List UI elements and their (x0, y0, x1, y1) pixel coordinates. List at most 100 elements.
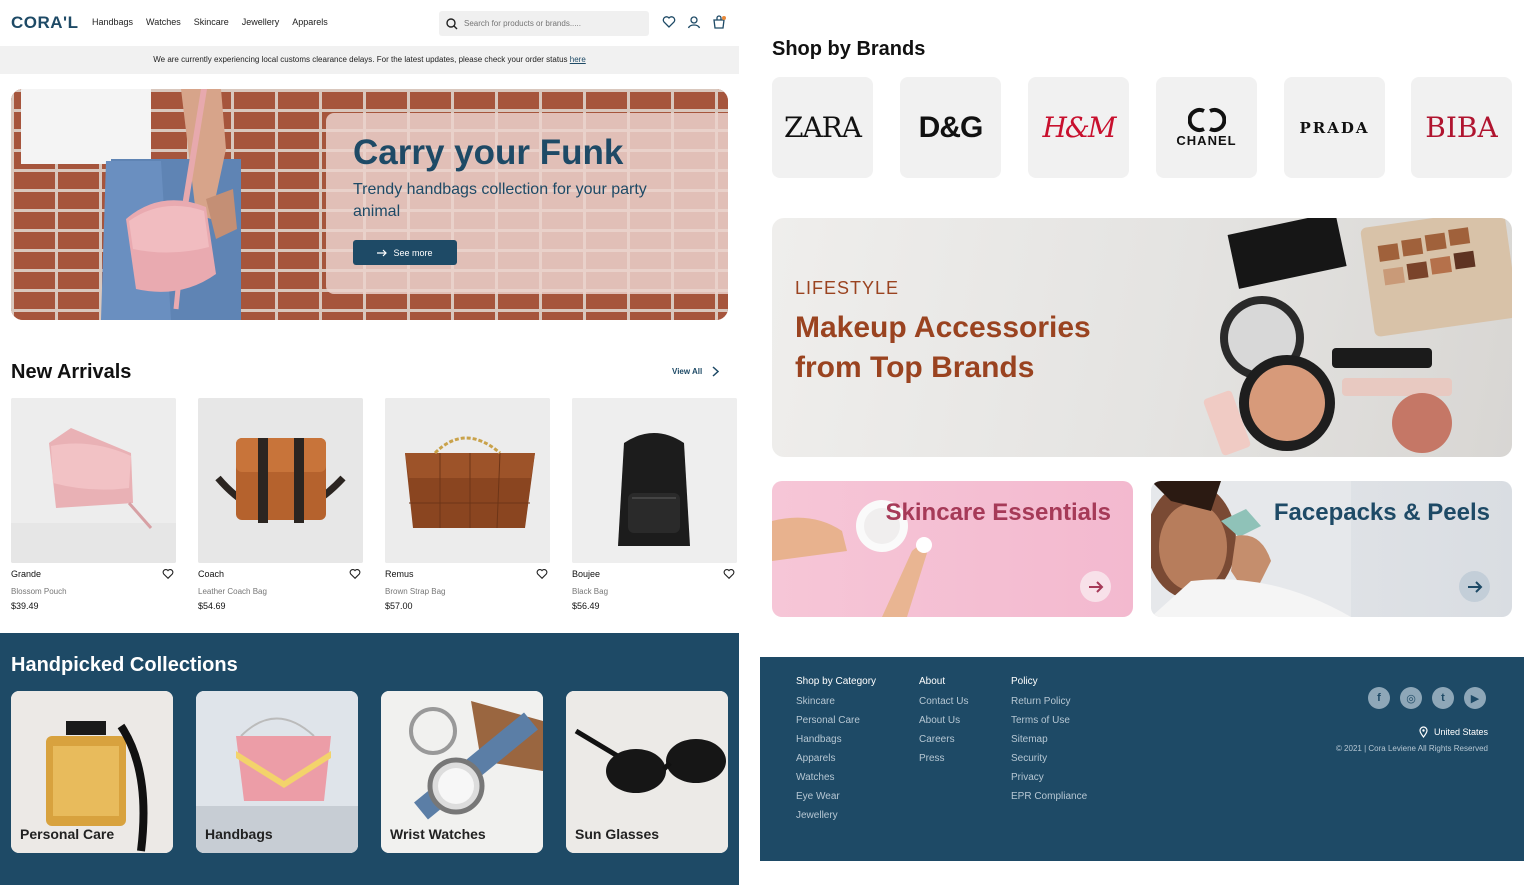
footer-link[interactable]: Handbags (796, 734, 876, 745)
heart-icon[interactable] (162, 568, 174, 580)
see-more-button[interactable]: See more (353, 240, 457, 265)
product-price: $54.69 (198, 601, 226, 611)
footer-link[interactable]: EPR Compliance (1011, 791, 1087, 802)
site-footer: Shop by Category Skincare Personal Care … (760, 657, 1524, 861)
promo-skincare-title: Skincare Essentials (885, 499, 1111, 526)
collection-label: Sun Glasses (575, 826, 660, 842)
product-price: $56.49 (572, 601, 600, 611)
collections-title: Handpicked Collections (11, 654, 238, 676)
instagram-icon[interactable]: ◎ (1400, 687, 1422, 709)
footer-link[interactable]: Watches (796, 772, 876, 783)
heart-icon[interactable] (536, 568, 548, 580)
footer-link[interactable]: Press (919, 753, 968, 764)
notice-bar: We are currently experiencing local cust… (0, 46, 739, 74)
footer-link[interactable]: About Us (919, 715, 968, 726)
view-all-label: View All (672, 367, 703, 376)
heart-icon[interactable] (349, 568, 361, 580)
product-card[interactable]: Coach Leather Coach Bag $54.69 (198, 398, 363, 611)
footer-link[interactable]: Return Policy (1011, 696, 1087, 707)
product-card[interactable]: Remus Brown Strap Bag $57.00 (385, 398, 550, 611)
footer-link[interactable]: Privacy (1011, 772, 1087, 783)
footer-link[interactable]: Personal Care (796, 715, 876, 726)
product-card[interactable]: Grande Blossom Pouch $39.49 (11, 398, 176, 611)
collection-card-handbags[interactable]: Handbags (196, 691, 358, 853)
chevron-right-icon (712, 366, 720, 377)
youtube-icon[interactable]: ▶ (1464, 687, 1486, 709)
footer-about-column: About Contact Us About Us Careers Press (919, 676, 968, 772)
brand-prada[interactable]: PRADA (1284, 77, 1385, 178)
footer-link[interactable]: Jewellery (796, 810, 876, 821)
nav-jewellery[interactable]: Jewellery (242, 17, 280, 27)
brand-chanel[interactable]: CHANEL (1156, 77, 1257, 178)
product-image[interactable] (198, 398, 363, 563)
promo-facepacks-title: Facepacks & Peels (1273, 499, 1490, 526)
view-all-link[interactable]: View All (672, 366, 720, 377)
brands-title: Shop by Brands (772, 38, 926, 60)
footer-link[interactable]: Terms of Use (1011, 715, 1087, 726)
collection-card-sun-glasses[interactable]: Sun Glasses (566, 691, 728, 853)
nav-skincare[interactable]: Skincare (194, 17, 229, 27)
footer-link[interactable]: Careers (919, 734, 968, 745)
lifestyle-title: Makeup Accessories from Top Brands (795, 311, 1091, 384)
see-more-label: See more (393, 247, 433, 258)
product-card[interactable]: Boujee Black Bag $56.49 (572, 398, 737, 611)
product-image[interactable] (385, 398, 550, 563)
footer-heading: Policy (1011, 676, 1038, 687)
promo-skincare[interactable]: Skincare Essentials (772, 481, 1133, 617)
brand-logo-biba: BIBA (1425, 111, 1498, 144)
chanel-logo-icon (1187, 108, 1226, 132)
footer-policy-column: Policy Return Policy Terms of Use Sitema… (1011, 676, 1087, 810)
nav-watches[interactable]: Watches (146, 17, 181, 27)
country-selector[interactable]: United States (1419, 726, 1488, 738)
brand-logo-hm: H&M (1042, 111, 1116, 144)
wishlist-icon[interactable] (662, 15, 676, 29)
footer-link[interactable]: Sitemap (1011, 734, 1087, 745)
collection-card-wrist-watches[interactable]: Wrist Watches (381, 691, 543, 853)
footer-link[interactable]: Skincare (796, 696, 876, 707)
brand-hm[interactable]: H&M (1028, 77, 1129, 178)
product-image[interactable] (572, 398, 737, 563)
promo-facepacks-button[interactable] (1459, 571, 1490, 602)
nav-apparels[interactable]: Apparels (292, 17, 328, 27)
user-icon[interactable] (687, 15, 701, 29)
brand-logo-prada: PRADA (1299, 118, 1370, 137)
product-image[interactable] (11, 398, 176, 563)
footer-heading: Shop by Category (796, 676, 877, 687)
lifestyle-banner[interactable]: LIFESTYLE Makeup Accessories from Top Br… (772, 218, 1512, 457)
cart-icon[interactable] (712, 15, 726, 29)
twitter-icon[interactable]: t (1432, 687, 1454, 709)
arrow-right-icon (1088, 580, 1103, 593)
facebook-icon[interactable]: f (1368, 687, 1390, 709)
notice-link[interactable]: here (570, 55, 586, 64)
footer-link[interactable]: Contact Us (919, 696, 968, 707)
nav-handbags[interactable]: Handbags (92, 17, 133, 27)
hero-title: Carry your Funk (353, 133, 624, 172)
brand-zara[interactable]: ZARA (772, 77, 873, 178)
collection-card-personal-care[interactable]: Personal Care (11, 691, 173, 853)
new-arrivals-title: New Arrivals (11, 361, 132, 383)
product-name: Coach (198, 569, 225, 579)
brand-dg[interactable]: D&G (900, 77, 1001, 178)
footer-category-column: Shop by Category Skincare Personal Care … (796, 676, 876, 829)
footer-link[interactable]: Eye Wear (796, 791, 876, 802)
search-icon (446, 17, 458, 29)
hero-subtitle: Trendy handbags collection for your part… (353, 181, 647, 220)
brand-biba[interactable]: BIBA (1411, 77, 1512, 178)
collection-label: Handbags (205, 826, 273, 842)
promo-skincare-button[interactable] (1080, 571, 1111, 602)
logo[interactable]: CORA'L (11, 13, 78, 33)
product-name: Boujee (572, 569, 601, 579)
footer-link[interactable]: Apparels (796, 753, 876, 764)
footer-link[interactable]: Security (1011, 753, 1087, 764)
search-bar[interactable] (439, 11, 649, 36)
heart-icon[interactable] (723, 568, 735, 580)
collection-label: Personal Care (20, 826, 115, 842)
handpicked-collections: Handpicked Collections Personal Care Han… (0, 633, 739, 885)
promo-facepacks[interactable]: Facepacks & Peels (1151, 481, 1512, 617)
hero-model-image (21, 89, 241, 320)
header-icons (662, 15, 726, 29)
product-desc: Black Bag (572, 587, 609, 596)
product-desc: Blossom Pouch (11, 587, 67, 596)
hero-card: Carry your Funk Trendy handbags collecti… (326, 113, 728, 294)
search-input[interactable] (464, 19, 644, 28)
